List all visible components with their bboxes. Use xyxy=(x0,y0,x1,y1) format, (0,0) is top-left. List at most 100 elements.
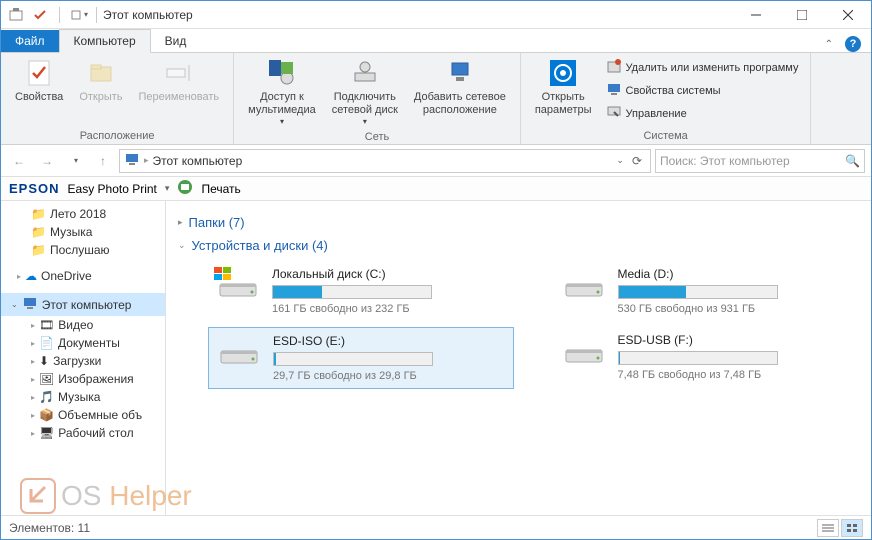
onedrive-icon: ☁ xyxy=(25,269,37,283)
group-network: Сеть xyxy=(240,129,514,145)
tab-computer[interactable]: Компьютер xyxy=(59,29,151,53)
tree-onedrive[interactable]: ▸☁OneDrive xyxy=(1,267,165,285)
drive-icon xyxy=(560,333,608,369)
drive-icon xyxy=(560,267,608,303)
pc-icon xyxy=(124,151,140,170)
status-text: Элементов: 11 xyxy=(9,521,90,535)
tree-desktop[interactable]: ▸🖥Рабочий стол xyxy=(1,424,165,442)
tree-downloads[interactable]: ▸⬇Загрузки xyxy=(1,352,165,370)
open-button: Открыть xyxy=(71,55,130,106)
images-icon: 🖼 xyxy=(39,372,54,386)
drive-name: Media (D:) xyxy=(618,267,854,281)
epson-logo: EPSON xyxy=(9,181,60,196)
open-params-button[interactable]: Открыть параметры xyxy=(527,55,600,119)
video-icon: 🎞 xyxy=(39,318,54,332)
group-location: Расположение xyxy=(7,128,227,144)
properties-button[interactable]: Свойства xyxy=(7,55,71,106)
drives-group-header[interactable]: ⌄Устройства и диски (4) xyxy=(178,238,859,253)
settings-icon xyxy=(547,57,579,89)
map-drive-icon xyxy=(349,57,381,89)
multimedia-button[interactable]: Доступ к мультимедиа▾ xyxy=(240,55,324,129)
tree-images[interactable]: ▸🖼Изображения xyxy=(1,370,165,388)
navigation-tree: 📁Лето 2018 📁Музыка 📁Послушаю ▸☁OneDrive … xyxy=(1,201,166,517)
tab-view[interactable]: Вид xyxy=(151,30,201,52)
back-button[interactable]: ← xyxy=(7,149,31,173)
epson-label[interactable]: Easy Photo Print xyxy=(68,182,157,196)
print-icon xyxy=(177,179,193,198)
tree-summer[interactable]: 📁Лето 2018 xyxy=(1,205,165,223)
folders-group-header[interactable]: ▸Папки (7) xyxy=(178,215,859,230)
maximize-button[interactable] xyxy=(779,1,825,29)
drive-bar xyxy=(272,285,432,299)
help-icon[interactable]: ? xyxy=(845,36,861,52)
drive-bar xyxy=(618,285,778,299)
print-button[interactable]: Печать xyxy=(201,182,240,196)
rename-icon xyxy=(163,57,195,89)
drive-icon xyxy=(214,267,262,303)
manage-button[interactable]: Управление xyxy=(604,103,801,124)
ribbon-collapse-icon[interactable]: ⌃ xyxy=(825,39,833,50)
add-net-loc-button[interactable]: Добавить сетевое расположение xyxy=(406,55,514,119)
drive-item[interactable]: ESD-USB (F:) 7,48 ГБ свободно из 7,48 ГБ xyxy=(554,327,860,389)
volume-icon: 📦 xyxy=(39,408,54,422)
main-content: ▸Папки (7) ⌄Устройства и диски (4) Локал… xyxy=(166,201,871,517)
open-icon xyxy=(85,57,117,89)
drive-item[interactable]: Media (D:)530 ГБ свободно из 931 ГБ xyxy=(554,261,860,321)
refresh-icon[interactable]: ⟳ xyxy=(628,154,646,168)
ribbon-tabs: Файл Компьютер Вид ⌃ ? xyxy=(1,29,871,53)
addr-dropdown-icon[interactable]: ⌄ xyxy=(616,155,624,166)
drive-name: ESD-USB (F:) xyxy=(618,333,854,347)
up-button[interactable]: ↑ xyxy=(91,149,115,173)
drive-name: Локальный диск (C:) xyxy=(272,267,508,281)
network-icon xyxy=(444,57,476,89)
drive-bar xyxy=(618,351,778,365)
ribbon: Свойства Открыть Переименовать Расположе… xyxy=(1,53,871,145)
qat-dropdown[interactable] xyxy=(68,4,90,26)
folder-icon: 📁 xyxy=(31,225,46,239)
epson-toolbar: EPSON Easy Photo Print ▾ Печать xyxy=(1,177,871,201)
window-title: Этот компьютер xyxy=(103,8,193,22)
pc-icon xyxy=(22,295,38,314)
statusbar: Элементов: 11 xyxy=(1,515,871,539)
map-drive-button[interactable]: Подключить сетевой диск▾ xyxy=(324,55,406,129)
drive-free: 29,7 ГБ свободно из 29,8 ГБ xyxy=(273,370,507,382)
folder-icon: 📁 xyxy=(31,243,46,257)
search-input[interactable]: Поиск: Этот компьютер 🔍 xyxy=(655,149,865,173)
properties-icon xyxy=(23,57,55,89)
view-icons-icon[interactable] xyxy=(841,519,863,537)
tree-music[interactable]: 📁Музыка xyxy=(1,223,165,241)
multimedia-icon xyxy=(266,57,298,89)
documents-icon: 📄 xyxy=(39,336,54,350)
tree-thispc[interactable]: ⌄Этот компьютер xyxy=(1,293,165,316)
music-icon: 🎵 xyxy=(39,390,54,404)
qat-app-icon[interactable] xyxy=(5,4,27,26)
desktop-icon: 🖥 xyxy=(39,426,54,440)
tab-file[interactable]: Файл xyxy=(1,30,59,52)
drive-free: 161 ГБ свободно из 232 ГБ xyxy=(272,303,508,315)
titlebar: Этот компьютер xyxy=(1,1,871,29)
minimize-button[interactable] xyxy=(733,1,779,29)
downloads-icon: ⬇ xyxy=(39,354,49,368)
sys-props-button[interactable]: Свойства системы xyxy=(604,80,801,101)
drive-free: 7,48 ГБ свободно из 7,48 ГБ xyxy=(618,369,854,381)
forward-button[interactable]: → xyxy=(35,149,59,173)
address-text: Этот компьютер xyxy=(153,154,613,168)
qat-properties-icon[interactable] xyxy=(29,4,51,26)
search-icon[interactable]: 🔍 xyxy=(845,154,860,168)
tree-documents[interactable]: ▸📄Документы xyxy=(1,334,165,352)
close-button[interactable] xyxy=(825,1,871,29)
tree-music2[interactable]: ▸🎵Музыка xyxy=(1,388,165,406)
tree-video[interactable]: ▸🎞Видео xyxy=(1,316,165,334)
sys-props-icon xyxy=(606,81,622,100)
drive-icon xyxy=(215,334,263,370)
history-dropdown[interactable] xyxy=(63,149,87,173)
tree-listen[interactable]: 📁Послушаю xyxy=(1,241,165,259)
uninstall-button[interactable]: Удалить или изменить программу xyxy=(604,57,801,78)
drive-item[interactable]: Локальный диск (C:) 161 ГБ свободно из 23… xyxy=(208,261,514,321)
folder-icon: 📁 xyxy=(31,207,46,221)
address-bar[interactable]: ▸ Этот компьютер ⌄ ⟳ xyxy=(119,149,651,173)
tree-volumes[interactable]: ▸📦Объемные объ xyxy=(1,406,165,424)
drive-item[interactable]: ESD-ISO (E:)29,7 ГБ свободно из 29,8 ГБ xyxy=(208,327,514,389)
navigation-bar: ← → ↑ ▸ Этот компьютер ⌄ ⟳ Поиск: Этот к… xyxy=(1,145,871,177)
view-details-icon[interactable] xyxy=(817,519,839,537)
